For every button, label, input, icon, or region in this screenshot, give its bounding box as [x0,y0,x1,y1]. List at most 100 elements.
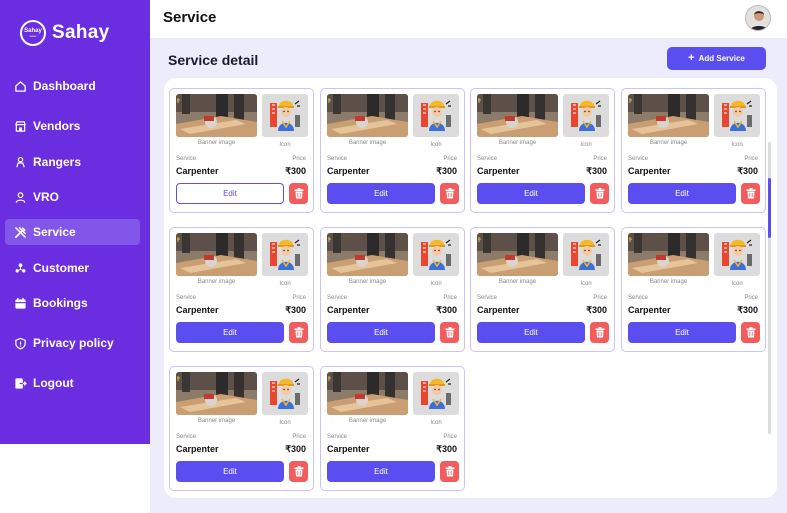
delete-button[interactable] [440,461,459,482]
service-label: Service [327,295,348,301]
edit-button[interactable]: Edit [327,183,435,204]
service-label: Service [628,156,649,162]
sidebar-item-rangers[interactable]: Rangers [5,149,140,175]
price-label: Price [292,156,306,162]
shield-icon [13,336,27,350]
delete-button[interactable] [590,183,609,204]
edit-button[interactable]: Edit [176,461,284,482]
service-name: Carpenter [327,444,370,454]
sidebar-item-service[interactable]: Service [5,219,140,245]
service-name: Carpenter [628,166,671,176]
trash-icon [445,327,454,338]
trash-icon [595,327,604,338]
trash-icon [595,188,604,199]
edit-button[interactable]: Edit [477,322,585,343]
ranger-icon [13,155,27,169]
price-label: Price [292,295,306,301]
service-label: Service [176,434,197,440]
edit-button[interactable]: Edit [327,322,435,343]
icon-caption: Icon [430,281,442,287]
banner-caption: Banner image [348,418,387,424]
delete-button[interactable] [440,183,459,204]
trash-icon [294,466,303,477]
price-label: Price [744,295,758,301]
edit-button[interactable]: Edit [628,183,736,204]
sidebar-item-vro[interactable]: VRO [5,184,140,210]
icon-caption: Icon [279,281,291,287]
icon-caption: Icon [580,281,592,287]
carpenter-icon [571,100,601,131]
price-label: Price [593,156,607,162]
carpenter-icon-box [563,233,609,276]
service-name: Carpenter [327,166,370,176]
brand-name: Sahay [52,22,110,43]
carpenter-icon [421,378,451,409]
brand-logo: Sahay www [20,20,46,46]
icon-caption: Icon [731,281,743,287]
service-name: Carpenter [327,305,370,315]
edit-button[interactable]: Edit [176,322,284,343]
service-label: Service [477,156,498,162]
logout-icon [13,376,27,390]
delete-button[interactable] [289,461,308,482]
add-service-button[interactable]: + Add Service [667,47,766,70]
sidebar-item-dashboard[interactable]: Dashboard [5,73,140,99]
price-label: Price [744,156,758,162]
service-card: Banner image Icon Service Price Carpente… [169,227,314,352]
service-price: ₹300 [436,444,457,454]
section-title: Service detail [168,52,259,68]
service-label: Service [477,295,498,301]
trash-icon [445,188,454,199]
service-name: Carpenter [477,305,520,315]
service-price: ₹300 [285,305,306,315]
service-name: Carpenter [176,166,219,176]
price-label: Price [292,434,306,440]
delete-button[interactable] [289,322,308,343]
edit-button[interactable]: Edit [327,461,435,482]
service-card: Banner image Icon Service Price Carpente… [169,366,314,491]
service-grid-panel: Banner image Icon Service Price Carpente… [164,78,777,498]
service-card: Banner image Icon Service Price Carpente… [169,88,314,213]
sidebar-item-customer[interactable]: Customer [5,255,140,281]
top-bar: Service [150,0,787,38]
carpenter-icon-box [714,94,760,137]
carpenter-icon-box [413,372,459,415]
sidebar-item-vendors[interactable]: Vendors [5,113,140,139]
delete-button[interactable] [440,322,459,343]
icon-caption: Icon [430,142,442,148]
service-card: Banner image Icon Service Price Carpente… [470,227,615,352]
carpenter-icon [270,378,300,409]
sidebar-item-label: Dashboard [33,79,96,93]
sidebar-item-privacy-policy[interactable]: Privacy policy [5,330,140,356]
service-price: ₹300 [737,305,758,315]
delete-button[interactable] [741,322,760,343]
sidebar-item-label: Service [33,225,76,239]
edit-button[interactable]: Edit [477,183,585,204]
sidebar-item-label: VRO [33,190,60,204]
sidebar-item-label: Bookings [33,296,88,310]
sidebar-item-bookings[interactable]: Bookings [5,290,140,316]
banner-image [176,94,257,137]
carpenter-icon [270,100,300,131]
edit-button[interactable]: Edit [628,322,736,343]
sidebar-item-logout[interactable]: Logout [5,370,140,396]
scrollbar[interactable] [768,142,771,434]
icon-caption: Icon [580,142,592,148]
banner-image [628,233,709,276]
banner-image [176,233,257,276]
delete-button[interactable] [590,322,609,343]
avatar[interactable] [745,5,771,31]
delete-button[interactable] [741,183,760,204]
scrollbar-thumb[interactable] [768,178,771,238]
carpenter-icon [722,239,752,270]
user-icon [13,190,27,204]
brand[interactable]: Sahay www Sahay [20,20,109,46]
service-name: Carpenter [628,305,671,315]
service-card: Banner image Icon Service Price Carpente… [320,88,465,213]
banner-caption: Banner image [498,279,537,285]
delete-button[interactable] [289,183,308,204]
trash-icon [746,327,755,338]
service-card: Banner image Icon Service Price Carpente… [621,88,766,213]
trash-icon [746,188,755,199]
edit-button[interactable]: Edit [176,183,284,204]
